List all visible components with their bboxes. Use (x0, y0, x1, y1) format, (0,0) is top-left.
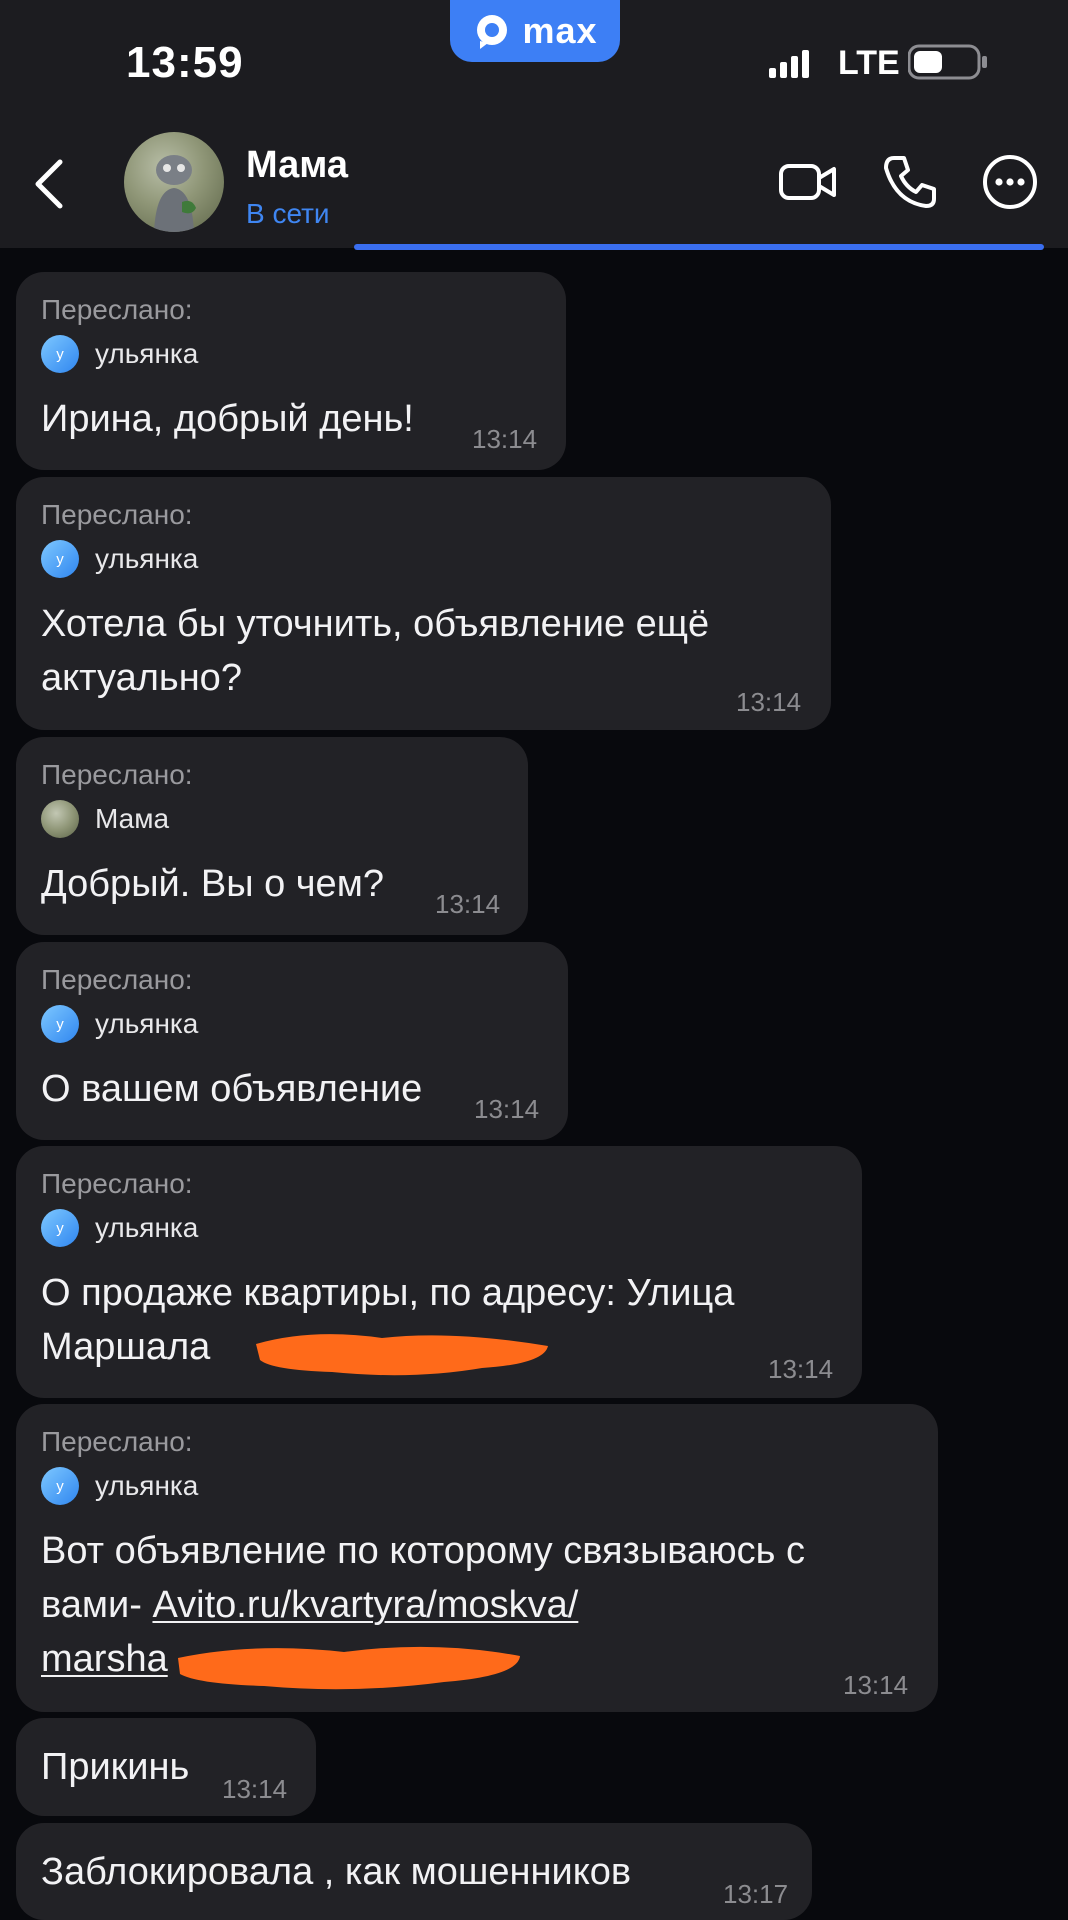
forwarded-sender[interactable]: у ульянка (41, 539, 198, 579)
forwarded-label: Переслано: (41, 759, 193, 790)
message-text-line: актуально? (41, 657, 242, 699)
sender-name: ульянка (95, 1470, 199, 1501)
pinned-indicator-line (354, 244, 1044, 250)
sender-avatar: у (41, 540, 79, 578)
forwarded-sender[interactable]: у ульянка (41, 1208, 198, 1248)
redaction-scribble (178, 1646, 520, 1690)
status-bar: 13:59 max LTE (0, 0, 1068, 120)
sender-name: ульянка (95, 338, 199, 369)
avatar-figure-icon (154, 155, 196, 232)
message-time: 13:14 (736, 687, 802, 717)
sender-name: ульянка (95, 1008, 199, 1039)
message-text-line: О продаже квартиры, по адресу: Улица (41, 1272, 735, 1314)
redaction-scribble (256, 1334, 548, 1376)
forwarded-sender[interactable]: Мама (41, 799, 169, 839)
forwarded-label: Переслано: (41, 1426, 193, 1457)
contact-name[interactable]: Мама (246, 144, 348, 187)
message-text-prefix: вами- (41, 1584, 153, 1626)
message-bubble[interactable]: Переслано: у ульянка Вот объявление по к… (16, 1404, 938, 1712)
max-logo-icon (477, 15, 508, 49)
network-type: LTE (838, 44, 900, 82)
more-dots-icon[interactable] (978, 150, 1042, 214)
sender-name: ульянка (95, 1212, 199, 1243)
message-time: 13:14 (472, 424, 538, 454)
sender-avatar: у (41, 1209, 79, 1247)
max-app-badge[interactable]: max (450, 0, 620, 62)
back-chevron-icon[interactable] (28, 156, 72, 212)
message-text: Добрый. Вы о чем? (41, 863, 384, 905)
sender-avatar: у (41, 335, 79, 373)
forwarded-label: Переслано: (41, 499, 193, 530)
contact-status: В сети (246, 198, 330, 229)
message-time: 13:17 (723, 1879, 789, 1909)
forwarded-label: Переслано: (41, 964, 193, 995)
sender-avatar: у (41, 1005, 79, 1043)
message-time: 13:14 (222, 1774, 288, 1804)
avatar[interactable] (124, 132, 224, 232)
message-text: О вашем объявление (41, 1068, 423, 1110)
sender-name: ульянка (95, 543, 199, 574)
avito-link[interactable]: Avito.ru/kvartyra/moskva/ (152, 1584, 578, 1626)
max-badge-label: max (522, 10, 598, 51)
message-text-line: Маршала (41, 1326, 211, 1368)
message-time: 13:14 (843, 1670, 909, 1700)
message-text-line: Хотела бы уточнить, объявление ещё (41, 603, 710, 645)
chat-header: Мама В сети (0, 120, 1068, 248)
message-text: Заблокировала , как мошенников (41, 1851, 632, 1893)
sender-avatar (41, 800, 79, 838)
sender-avatar: у (41, 1467, 79, 1505)
chat-screen: 13:59 max LTE Мама В сети Переслано: у у… (0, 0, 1068, 1920)
message-text-line: вами- Avito.ru/kvartyra/moskva/ (41, 1578, 578, 1632)
signal-icon (769, 50, 809, 78)
message-bubble[interactable]: Прикинь 13:14 (16, 1718, 316, 1816)
message-bubble[interactable]: Переслано: у ульянка Ирина, добрый день!… (16, 272, 566, 470)
phone-icon[interactable] (878, 150, 942, 214)
message-bubble[interactable]: Переслано: у ульянка О вашем объявление … (16, 942, 568, 1140)
forwarded-sender[interactable]: у ульянка (41, 1004, 198, 1044)
forwarded-sender[interactable]: у ульянка (41, 334, 198, 374)
message-bubble[interactable]: Переслано: у ульянка О продаже квартиры,… (16, 1146, 862, 1398)
forwarded-label: Переслано: (41, 1168, 193, 1199)
video-camera-icon[interactable] (776, 150, 840, 214)
message-text-line: Вот объявление по которому связываюсь с (41, 1530, 806, 1572)
forwarded-label: Переслано: (41, 294, 193, 325)
status-time: 13:59 (126, 38, 244, 87)
message-text-line: marsha (41, 1632, 168, 1686)
forwarded-sender[interactable]: у ульянка (41, 1466, 198, 1506)
message-time: 13:14 (768, 1354, 834, 1384)
sender-name: Мама (95, 803, 170, 834)
message-bubble[interactable]: Переслано: у ульянка Хотела бы уточнить,… (16, 477, 831, 730)
message-time: 13:14 (474, 1094, 540, 1124)
message-text: Ирина, добрый день! (41, 398, 414, 440)
avito-link-continued[interactable]: marsha (41, 1638, 168, 1680)
message-time: 13:14 (435, 889, 501, 919)
message-text: Прикинь (41, 1746, 190, 1788)
message-bubble[interactable]: Переслано: Мама Добрый. Вы о чем? 13:14 (16, 737, 528, 935)
message-bubble[interactable]: Заблокировала , как мошенников 13:17 (16, 1823, 812, 1920)
battery-icon (908, 44, 987, 80)
